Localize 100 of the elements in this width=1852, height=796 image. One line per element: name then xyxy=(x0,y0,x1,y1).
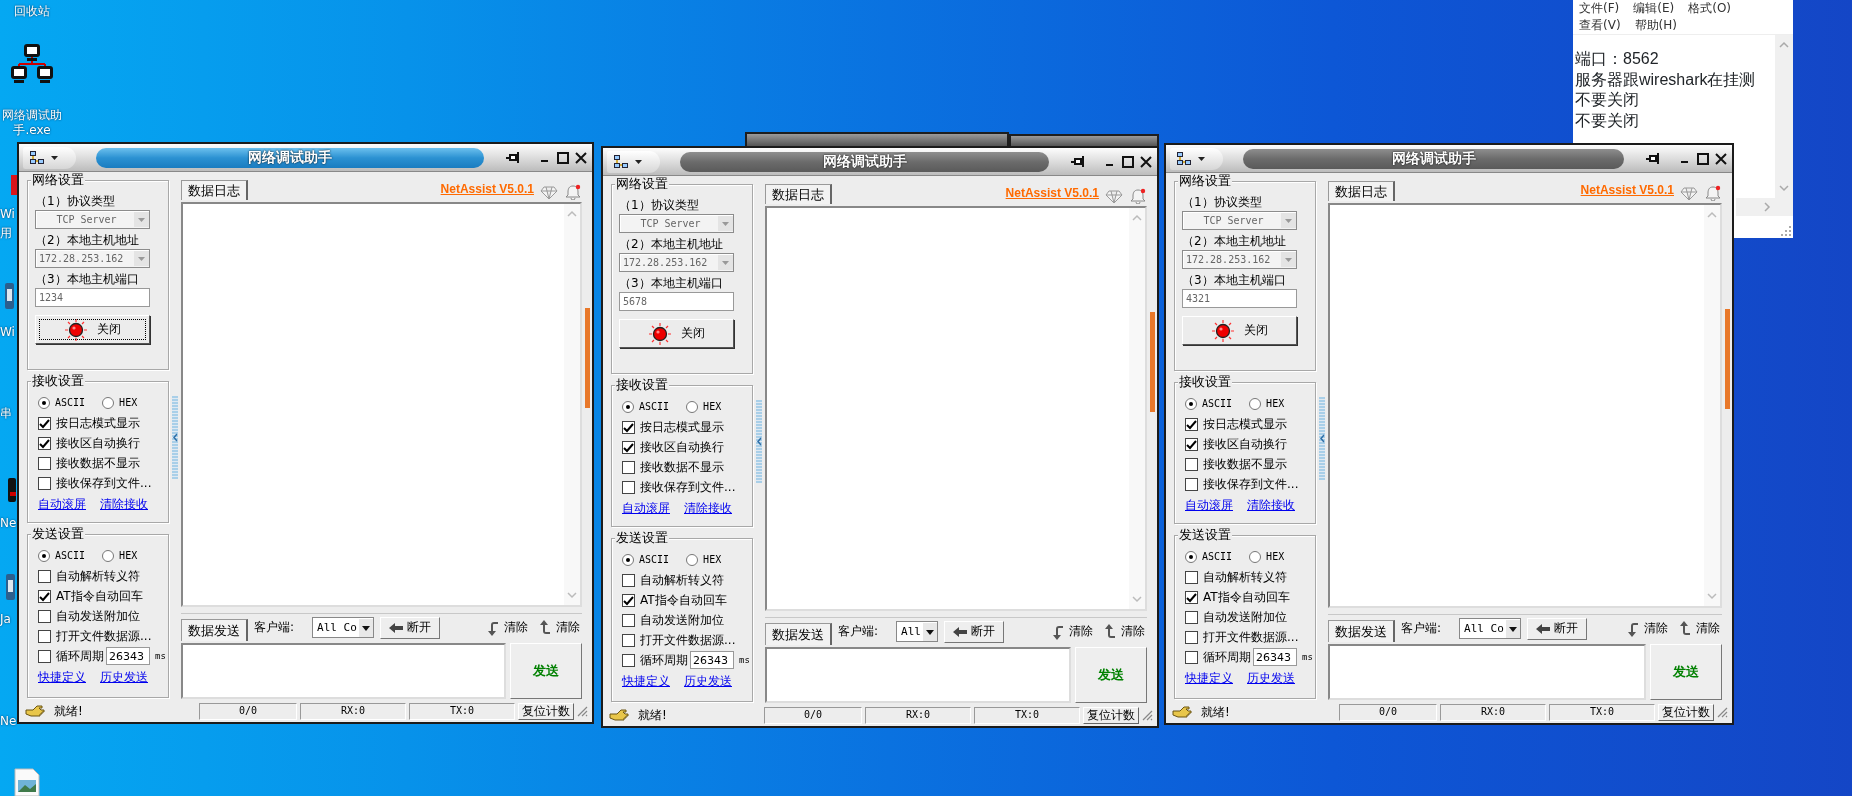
horizontal-scrollbar[interactable] xyxy=(1736,198,1793,216)
checkbox[interactable] xyxy=(38,629,51,643)
resize-grip-icon[interactable] xyxy=(1142,709,1153,721)
send-field[interactable] xyxy=(1328,644,1646,700)
text-link[interactable]: 快捷定义 xyxy=(622,674,670,689)
maximize-button[interactable] xyxy=(556,150,570,165)
radio-button[interactable] xyxy=(38,550,50,562)
diamond-icon[interactable] xyxy=(540,186,558,200)
dropdown[interactable]: 172.28.253.162 xyxy=(35,249,150,268)
checkbox[interactable] xyxy=(38,416,51,430)
close-button[interactable] xyxy=(1139,154,1153,169)
resize-grip-icon[interactable] xyxy=(577,705,588,717)
text-link[interactable]: 自动滚屏 xyxy=(622,501,670,516)
diamond-icon[interactable] xyxy=(1105,190,1123,204)
input-field[interactable]: 1234 xyxy=(35,288,150,307)
checkbox[interactable] xyxy=(622,460,635,474)
checkbox[interactable] xyxy=(1185,417,1198,431)
resize-grip-icon[interactable] xyxy=(1781,226,1791,236)
text-link[interactable]: 历史发送 xyxy=(684,674,732,689)
reset-button[interactable]: 复位计数 xyxy=(1658,703,1714,721)
clear-button[interactable]: 清除 xyxy=(484,619,530,636)
splitter-handle[interactable] xyxy=(1725,309,1730,409)
disconnect-button[interactable]: 断开 xyxy=(379,616,440,639)
reset-button[interactable]: 复位计数 xyxy=(1083,706,1139,724)
app-icon[interactable] xyxy=(5,283,14,309)
radio-button[interactable] xyxy=(1185,398,1197,410)
dropdown[interactable]: TCP Server xyxy=(1182,211,1297,230)
input-field[interactable]: 4321 xyxy=(1182,289,1297,308)
text-link[interactable]: 清除接收 xyxy=(100,497,148,512)
period-field[interactable]: 26343 xyxy=(690,651,734,669)
bell-icon[interactable] xyxy=(1704,185,1722,201)
send-button[interactable]: 发送 xyxy=(1650,644,1722,700)
text-link[interactable]: 历史发送 xyxy=(1247,671,1295,686)
clear-button[interactable]: 清除 xyxy=(1049,623,1095,640)
window-menu-button[interactable] xyxy=(607,150,660,173)
send-field[interactable] xyxy=(765,647,1071,703)
collapse-handle[interactable] xyxy=(172,396,178,479)
radio-button[interactable] xyxy=(102,397,115,409)
maximize-button[interactable] xyxy=(1696,151,1710,166)
pin-button[interactable] xyxy=(1646,152,1660,165)
radio-button[interactable] xyxy=(686,554,699,566)
checkbox[interactable] xyxy=(1185,610,1198,624)
close-button[interactable] xyxy=(1714,151,1728,166)
checkbox[interactable] xyxy=(622,420,635,434)
reset-button[interactable]: 复位计数 xyxy=(518,702,574,720)
radio-button[interactable] xyxy=(686,401,699,413)
collapse-handle[interactable] xyxy=(1319,397,1325,480)
send-field[interactable] xyxy=(181,643,506,699)
menu-item[interactable]: 查看(V) xyxy=(1579,17,1621,34)
close-connection-button[interactable]: 关闭 xyxy=(619,319,734,348)
checkbox[interactable] xyxy=(622,613,635,627)
dropdown[interactable]: 172.28.253.162 xyxy=(619,253,734,272)
clear-button[interactable]: 清除 xyxy=(1676,620,1722,637)
radio-button[interactable] xyxy=(622,401,634,413)
dropdown[interactable]: TCP Server xyxy=(35,210,150,229)
checkbox[interactable] xyxy=(38,569,51,583)
text-link[interactable]: 自动滚屏 xyxy=(38,497,86,512)
log-tab[interactable]: 数据日志 xyxy=(1328,181,1395,201)
radio-button[interactable] xyxy=(38,397,50,409)
close-connection-button[interactable]: 关闭 xyxy=(35,315,150,344)
radio-button[interactable] xyxy=(1249,551,1262,563)
clear-button[interactable]: 清除 xyxy=(1624,620,1670,637)
splitter-handle[interactable] xyxy=(585,308,590,408)
app-icon[interactable] xyxy=(8,478,16,502)
checkbox[interactable] xyxy=(1185,457,1198,471)
checkbox[interactable] xyxy=(38,436,51,450)
app-icon[interactable] xyxy=(6,574,15,600)
checkbox[interactable] xyxy=(1185,437,1198,451)
bell-icon[interactable] xyxy=(564,184,582,200)
radio-button[interactable] xyxy=(102,550,115,562)
menu-item[interactable]: 帮助(H) xyxy=(1634,17,1677,34)
bell-icon[interactable] xyxy=(1129,188,1147,204)
close-connection-button[interactable]: 关闭 xyxy=(1182,316,1297,345)
send-tab[interactable]: 数据发送 xyxy=(1328,620,1395,642)
checkbox[interactable] xyxy=(1185,570,1198,584)
log-tab[interactable]: 数据日志 xyxy=(181,180,248,200)
checkbox[interactable] xyxy=(1185,630,1198,644)
radio-button[interactable] xyxy=(1185,551,1197,563)
input-field[interactable]: 5678 xyxy=(619,292,734,311)
send-tab[interactable]: 数据发送 xyxy=(181,619,248,641)
maximize-button[interactable] xyxy=(1121,154,1135,169)
text-link[interactable]: 历史发送 xyxy=(100,670,148,685)
disconnect-button[interactable]: 断开 xyxy=(943,620,1004,643)
clear-button[interactable]: 清除 xyxy=(1101,623,1147,640)
checkbox[interactable] xyxy=(622,480,635,494)
log-tab[interactable]: 数据日志 xyxy=(765,184,832,204)
send-button[interactable]: 发送 xyxy=(1075,647,1147,703)
client-dropdown[interactable]: All xyxy=(896,621,938,642)
checkbox[interactable] xyxy=(38,456,51,470)
period-field[interactable]: 26343 xyxy=(1253,648,1297,666)
close-button[interactable] xyxy=(574,150,588,165)
collapse-handle[interactable] xyxy=(756,400,762,483)
checkbox[interactable] xyxy=(622,573,635,587)
text-link[interactable]: 自动滚屏 xyxy=(1185,498,1233,513)
image-file-icon[interactable] xyxy=(14,768,40,796)
client-dropdown[interactable]: All Co xyxy=(1459,618,1521,639)
checkbox[interactable] xyxy=(38,609,51,623)
menu-item[interactable]: 文件(F) xyxy=(1579,0,1620,17)
checkbox[interactable] xyxy=(622,440,635,454)
menu-item[interactable]: 格式(O) xyxy=(1688,0,1732,17)
